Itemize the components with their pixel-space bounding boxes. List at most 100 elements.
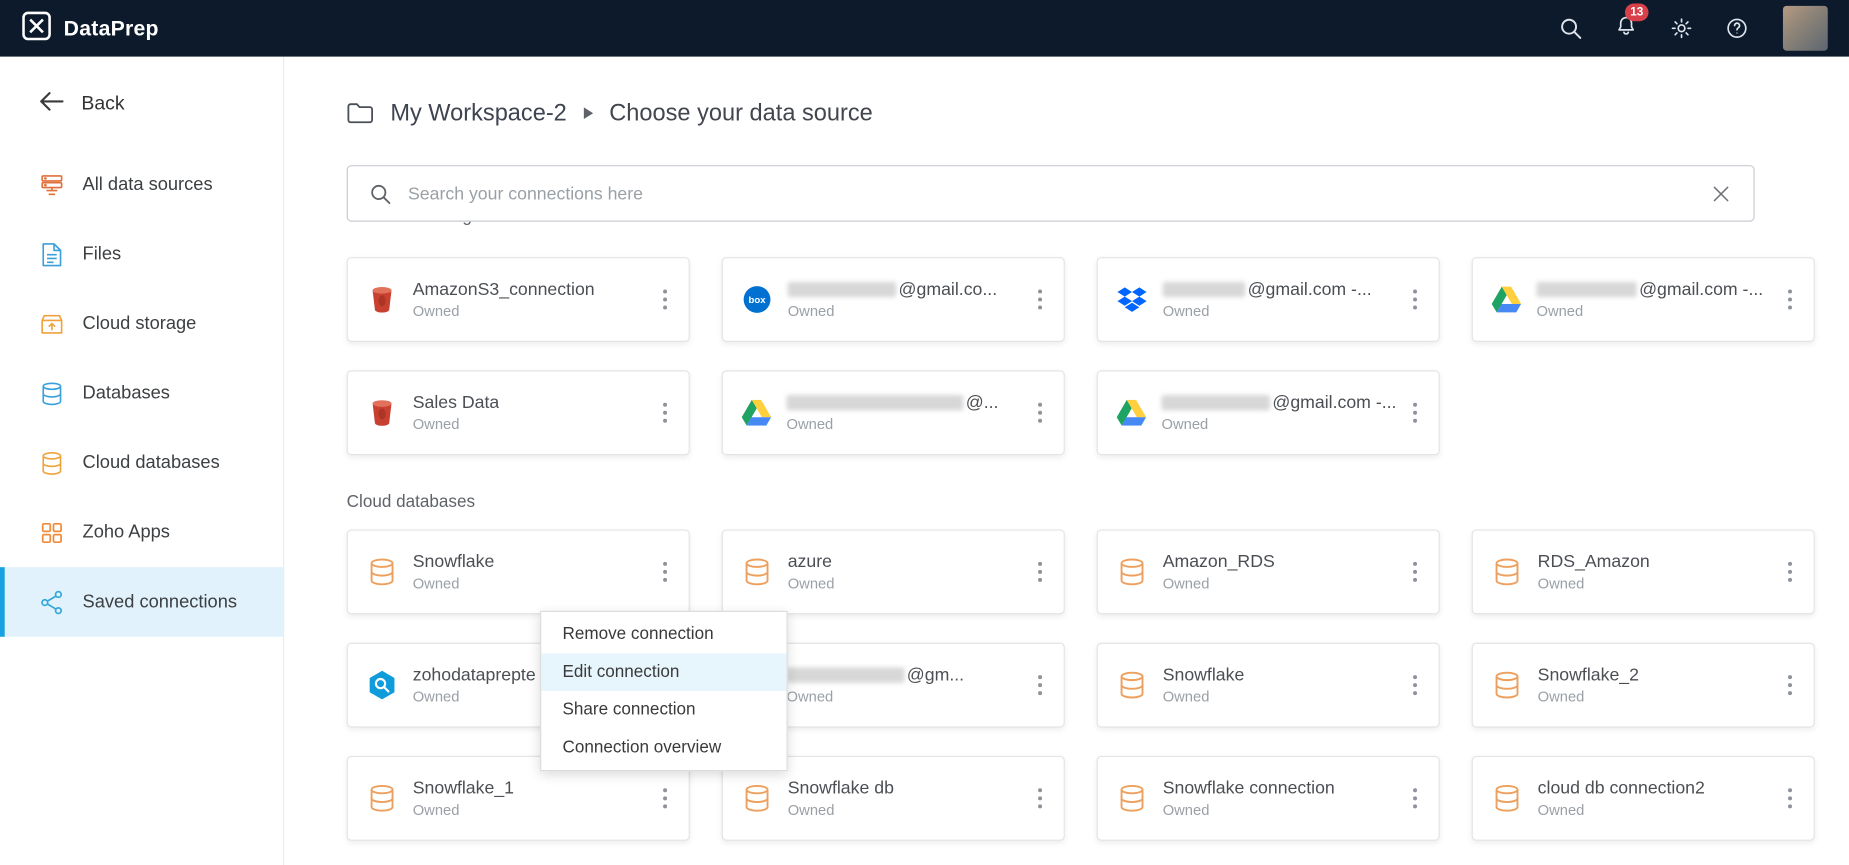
connection-card-azure[interactable]: azure Owned xyxy=(721,529,1065,615)
sidebar-item-files[interactable]: Files xyxy=(0,219,283,289)
sidebar-item-zoho-apps[interactable]: Zoho Apps xyxy=(0,498,283,568)
connection-card-amazons3-connection[interactable]: AmazonS3_connection Owned xyxy=(346,257,690,342)
card-menu-button[interactable] xyxy=(653,554,677,589)
card-menu-button[interactable] xyxy=(1778,554,1802,589)
redacted-text xyxy=(1536,281,1637,298)
svg-text:box: box xyxy=(749,295,767,306)
cloud-db-icon xyxy=(367,557,398,588)
cloud-db-icon xyxy=(1117,670,1148,701)
card-menu-button[interactable] xyxy=(1028,395,1052,430)
sidebar-item-label: Cloud storage xyxy=(82,313,197,334)
cloud-storage-icon xyxy=(39,311,65,337)
card-menu-button[interactable] xyxy=(653,282,677,317)
card-menu-button[interactable] xyxy=(653,781,677,816)
ownership-badge: Owned xyxy=(1162,801,1210,819)
clear-search-icon[interactable] xyxy=(1710,182,1732,204)
ownership-badge: Owned xyxy=(787,575,835,592)
card-menu-button[interactable] xyxy=(1403,781,1427,816)
connection-card-snowflake-2[interactable]: Snowflake_2 Owned xyxy=(1471,642,1815,728)
connection-card-amazon-rds[interactable]: Amazon_RDS Owned xyxy=(1096,529,1440,615)
data-sources-icon xyxy=(39,172,65,198)
card-menu-button[interactable] xyxy=(653,395,677,430)
connection-card-gmail-com[interactable]: @gmail.com -... Owned xyxy=(1471,257,1815,342)
card-menu-button[interactable] xyxy=(1028,282,1052,317)
sidebar-nav: All data sources Files Cloud storage Dat… xyxy=(0,150,284,637)
connection-card-gmail-com[interactable]: @gmail.com -... Owned xyxy=(1096,370,1440,456)
connection-name: @gmail.com -... xyxy=(1272,392,1397,413)
sidebar-item-cloud-storage[interactable]: Cloud storage xyxy=(0,289,283,359)
main-content: My Workspace-2 Choose your data source C… xyxy=(284,56,1849,865)
notifications-button[interactable]: 13 xyxy=(1614,2,1649,43)
card-menu-button[interactable] xyxy=(1403,667,1427,702)
google-drive-icon xyxy=(741,399,772,426)
card-menu-button[interactable] xyxy=(1028,781,1052,816)
connection-name: @gmail.com -... xyxy=(1639,279,1764,300)
menu-item-share-connection[interactable]: Share connection xyxy=(541,691,786,729)
ownership-badge: Owned xyxy=(786,416,834,433)
redacted-text xyxy=(1162,281,1246,298)
connection-card-sales-data[interactable]: Sales Data Owned xyxy=(346,370,690,456)
topbar: DataPrep 13 xyxy=(0,0,1849,57)
folder-icon xyxy=(347,101,374,125)
notification-badge: 13 xyxy=(1624,2,1649,21)
cloud-db-icon xyxy=(742,557,773,588)
section-title: Cloud databases xyxy=(346,492,476,512)
ownership-badge: Owned xyxy=(412,801,460,819)
connection-card-snowflake-connection[interactable]: Snowflake connection Owned xyxy=(1096,755,1440,841)
connection-name: @gm... xyxy=(906,665,965,686)
redacted-text xyxy=(1161,395,1270,411)
cloud-db-icon xyxy=(1492,670,1523,701)
connection-name: Amazon_RDS xyxy=(1162,551,1275,572)
card-menu-button[interactable] xyxy=(1403,282,1427,317)
sidebar-item-saved-connections[interactable]: Saved connections xyxy=(0,567,284,637)
connection-search-bar xyxy=(346,165,1755,222)
cloud-storage-grid: AmazonS3_connection Owned box @gmail.co.… xyxy=(346,257,1849,456)
connection-name: RDS_Amazon xyxy=(1537,551,1650,572)
connection-name: Snowflake_1 xyxy=(412,778,515,799)
sidebar-item-databases[interactable]: Databases xyxy=(0,358,283,428)
menu-item-edit-connection[interactable]: Edit connection xyxy=(541,653,787,692)
dataprep-logo-icon xyxy=(21,10,52,47)
connection-name: Snowflake xyxy=(1162,665,1245,686)
user-avatar[interactable] xyxy=(1782,5,1828,51)
breadcrumb-workspace[interactable]: My Workspace-2 xyxy=(390,100,566,127)
connection-card-gmail-com[interactable]: @gmail.com -... Owned xyxy=(1096,257,1440,342)
card-menu-button[interactable] xyxy=(1778,282,1802,317)
zoho-apps-icon xyxy=(39,519,65,545)
google-drive-icon xyxy=(1491,286,1522,313)
help-icon[interactable] xyxy=(1725,17,1749,41)
cloud-db-icon xyxy=(1492,783,1523,814)
connection-card-snowflake[interactable]: Snowflake Owned xyxy=(1096,642,1440,728)
settings-icon[interactable] xyxy=(1670,17,1694,41)
card-menu-button[interactable] xyxy=(1778,781,1802,816)
ownership-badge: Owned xyxy=(1536,303,1584,320)
connection-card-snowflake[interactable]: Snowflake Owned xyxy=(346,529,690,615)
card-menu-button[interactable] xyxy=(1028,667,1052,702)
sidebar-item-label: Files xyxy=(82,243,122,264)
ownership-badge: Owned xyxy=(1162,688,1210,706)
connection-name: azure xyxy=(787,551,832,572)
search-icon xyxy=(369,182,391,204)
connection-card-gmail-co[interactable]: box @gmail.co... Owned xyxy=(721,257,1065,342)
card-menu-button[interactable] xyxy=(1403,395,1427,430)
search-icon[interactable] xyxy=(1559,17,1583,41)
menu-item-remove-connection[interactable]: Remove connection xyxy=(541,616,786,654)
connection-card-rds-amazon[interactable]: RDS_Amazon Owned xyxy=(1471,529,1815,615)
back-button[interactable]: Back xyxy=(0,57,283,136)
card-menu-button[interactable] xyxy=(1403,554,1427,589)
amazon-s3-icon xyxy=(367,284,398,315)
connection-name: Snowflake connection xyxy=(1162,778,1335,799)
connection-card-[interactable]: @... Owned xyxy=(721,370,1065,456)
card-menu-button[interactable] xyxy=(1028,554,1052,589)
sidebar-item-all-data-sources[interactable]: All data sources xyxy=(0,150,283,220)
sidebar-item-cloud-databases[interactable]: Cloud databases xyxy=(0,428,283,498)
cloud-db-icon xyxy=(1117,783,1148,814)
connection-card-cloud-db-connection2[interactable]: cloud db connection2 Owned xyxy=(1471,755,1815,841)
ownership-badge: Owned xyxy=(786,688,834,706)
card-menu-button[interactable] xyxy=(1778,667,1802,702)
connection-name: @gmail.com -... xyxy=(1247,279,1372,300)
search-input[interactable] xyxy=(405,182,1696,205)
ownership-badge: Owned xyxy=(412,416,460,433)
box-icon: box xyxy=(742,284,773,315)
menu-item-connection-overview[interactable]: Connection overview xyxy=(541,729,786,767)
